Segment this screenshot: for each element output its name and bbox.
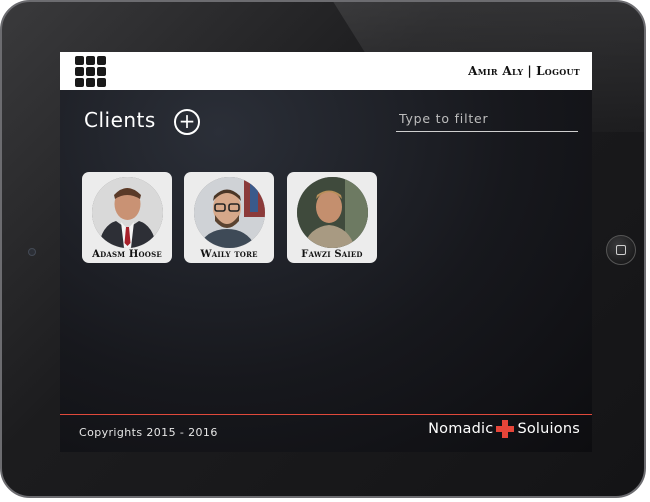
client-name: Fawzi Saied <box>301 249 363 260</box>
app-grid-icon[interactable] <box>75 56 107 88</box>
avatar <box>194 177 265 248</box>
footer-divider <box>60 414 592 415</box>
user-bar: Amir Aly | Logout <box>468 64 580 78</box>
brand-name-left: Nomadic <box>428 421 494 437</box>
client-card[interactable]: Adasm Hoose <box>82 172 172 263</box>
logout-link[interactable]: Logout <box>536 64 580 78</box>
copyright-text: Copyrights 2015 - 2016 <box>79 426 218 439</box>
top-bar: Amir Aly | Logout <box>60 52 592 90</box>
tablet-frame: Amir Aly|Logout Clients + Adasm Ho <box>0 0 646 498</box>
filter-input[interactable] <box>396 106 578 132</box>
avatar <box>92 177 163 248</box>
clients-title: Clients <box>84 108 156 132</box>
brand-name-right: Soluions <box>517 421 580 437</box>
client-name: Waily tore <box>200 249 258 260</box>
client-name: Adasm Hoose <box>92 249 162 260</box>
red-plus-icon <box>496 420 515 438</box>
user-name: Amir Aly <box>468 64 524 78</box>
add-client-button[interactable]: + <box>174 109 200 135</box>
user-bar-separator: | <box>527 64 533 78</box>
client-card[interactable]: Waily tore <box>184 172 274 263</box>
app-screen: Amir Aly|Logout Clients + Adasm Ho <box>60 52 592 452</box>
home-icon <box>616 245 626 255</box>
avatar <box>297 177 368 248</box>
brand-logo: Nomadic Soluions <box>428 420 580 438</box>
client-card[interactable]: Fawzi Saied <box>287 172 377 263</box>
front-camera <box>28 248 36 256</box>
home-button[interactable] <box>606 235 636 265</box>
